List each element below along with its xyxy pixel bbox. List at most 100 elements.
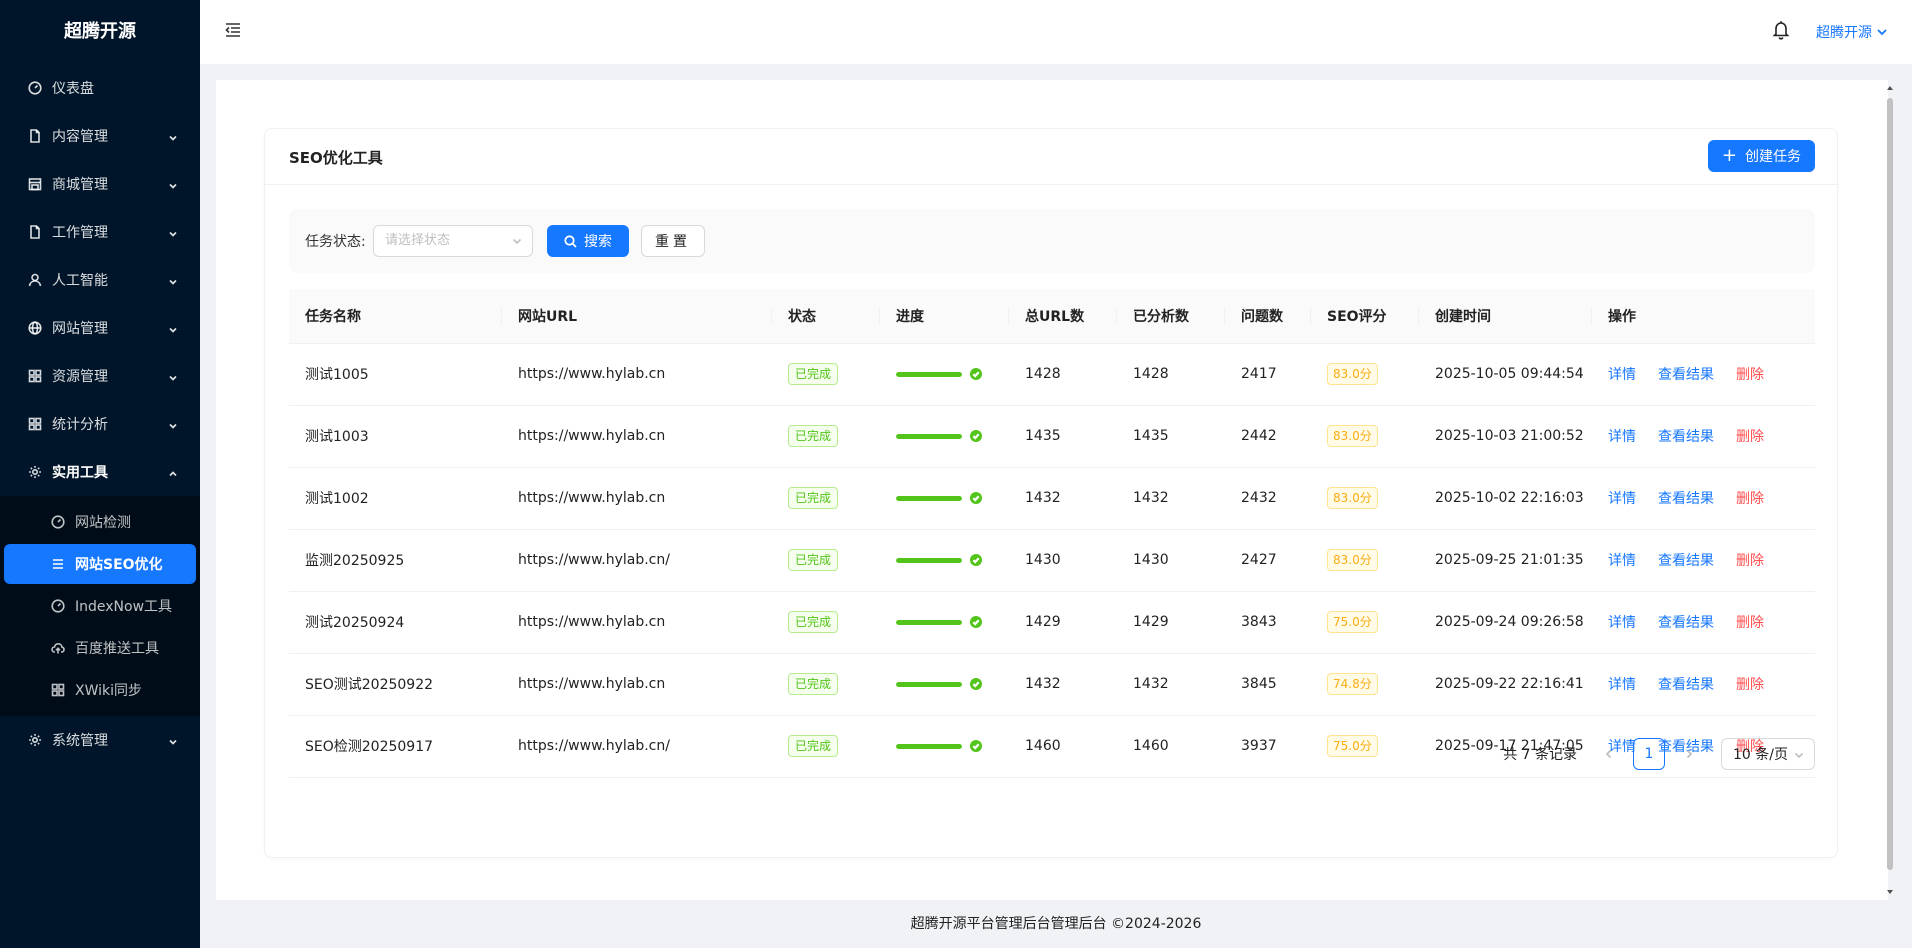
- sidebar-item-content[interactable]: 内容管理: [0, 112, 200, 160]
- sidebar-item-indexnow[interactable]: IndexNow工具: [4, 586, 196, 626]
- grid-icon: [51, 683, 65, 697]
- user-menu[interactable]: 超腾开源: [1816, 22, 1888, 42]
- page-number-current[interactable]: 1: [1633, 738, 1665, 770]
- prev-page-button[interactable]: [1593, 738, 1625, 770]
- page-title: SEO优化工具: [289, 149, 383, 167]
- scrollbar-thumb[interactable]: [1887, 98, 1893, 870]
- chevron-down-icon: [1877, 29, 1887, 36]
- delete-link[interactable]: 删除: [1736, 677, 1764, 693]
- sidebar-item-label: 仪表盘: [52, 81, 94, 97]
- view-results-link[interactable]: 查看结果: [1658, 429, 1714, 445]
- detail-link[interactable]: 详情: [1608, 677, 1636, 693]
- detail-link[interactable]: 详情: [1608, 491, 1636, 507]
- progress-fill: [896, 495, 962, 501]
- sidebar-item-site-check[interactable]: 网站检测: [4, 502, 196, 542]
- filter-bar: 任务状态: 请选择状态 搜索 重置: [289, 209, 1815, 273]
- progress-fill: [896, 371, 962, 377]
- page-size-select[interactable]: 10 条/页: [1721, 738, 1815, 770]
- delete-link[interactable]: 删除: [1736, 615, 1764, 631]
- score-cell: 75.0分: [1311, 591, 1419, 654]
- detail-link[interactable]: 详情: [1608, 615, 1636, 631]
- search-button[interactable]: 搜索: [547, 225, 629, 257]
- progress-fill: [896, 681, 962, 687]
- chevron-up-icon: [168, 467, 178, 477]
- scroll-down-arrow-icon[interactable]: [1886, 888, 1894, 896]
- delete-link[interactable]: 删除: [1736, 553, 1764, 569]
- actions-cell: 详情 查看结果 删除: [1592, 591, 1815, 654]
- view-results-link[interactable]: 查看结果: [1658, 553, 1714, 569]
- progress-bar: [896, 492, 993, 504]
- url-cell: https://www.hylab.cn: [502, 653, 772, 716]
- table-row: 测试1003 https://www.hylab.cn 已完成 1435 1435 244…: [289, 405, 1815, 468]
- score-cell: 83.0分: [1311, 529, 1419, 592]
- sidebar-item-ai[interactable]: 人工智能: [0, 256, 200, 304]
- view-results-link[interactable]: 查看结果: [1658, 491, 1714, 507]
- view-results-link[interactable]: 查看结果: [1658, 615, 1714, 631]
- url-cell: https://www.hylab.cn: [502, 591, 772, 654]
- sidebar-item-system[interactable]: 系统管理: [0, 716, 200, 764]
- sidebar-item-dashboard[interactable]: 仪表盘: [0, 64, 200, 112]
- chevron-down-icon: [168, 131, 178, 141]
- detail-link[interactable]: 详情: [1608, 367, 1636, 383]
- progress-fill: [896, 433, 962, 439]
- reset-button[interactable]: 重置: [641, 225, 705, 257]
- progress-cell: [880, 715, 1009, 778]
- create-task-button[interactable]: + 创建任务: [1707, 140, 1815, 172]
- sidebar-item-label: 网站SEO优化: [75, 557, 163, 573]
- bell-icon[interactable]: [1772, 20, 1790, 40]
- gear-icon: [28, 733, 42, 747]
- next-page-button[interactable]: [1673, 738, 1705, 770]
- column-header: 总URL数: [1009, 289, 1117, 344]
- actions-cell: 详情 查看结果 删除: [1592, 405, 1815, 468]
- view-results-link[interactable]: 查看结果: [1658, 677, 1714, 693]
- analyzed-cell: 1460: [1117, 715, 1225, 778]
- column-header: SEO评分: [1311, 289, 1419, 344]
- cloud-upload-icon: [51, 641, 65, 655]
- column-header: 问题数: [1225, 289, 1311, 344]
- score-badge: 75.0分: [1327, 735, 1378, 757]
- scroll-up-arrow-icon[interactable]: [1886, 84, 1894, 92]
- sidebar-item-baidu-push[interactable]: 百度推送工具: [4, 628, 196, 668]
- sidebar-item-seo[interactable]: 网站SEO优化: [4, 544, 196, 584]
- create-task-label: 创建任务: [1745, 149, 1801, 165]
- table-row: SEO测试20250922 https://www.hylab.cn 已完成 1432…: [289, 653, 1815, 716]
- file-icon: [28, 225, 42, 239]
- delete-link[interactable]: 删除: [1736, 491, 1764, 507]
- dashboard-icon: [51, 599, 65, 613]
- sidebar-item-work[interactable]: 工作管理: [0, 208, 200, 256]
- column-header: 创建时间: [1419, 289, 1592, 344]
- delete-link[interactable]: 删除: [1736, 429, 1764, 445]
- table-header-row: 任务名称 网站URL 状态 进度 总URL数 已分析数 问题数 SEO评分 创建…: [289, 289, 1815, 344]
- chevron-left-icon: [1605, 749, 1612, 759]
- check-circle-icon: [970, 368, 982, 380]
- status-badge: 已完成: [788, 673, 839, 695]
- search-icon: [564, 234, 577, 248]
- issues-cell: 2417: [1225, 343, 1311, 406]
- vertical-scrollbar[interactable]: [1884, 80, 1896, 900]
- sidebar-item-tools[interactable]: 实用工具: [0, 448, 200, 496]
- detail-link[interactable]: 详情: [1608, 553, 1636, 569]
- status-filter-label: 任务状态:: [305, 234, 366, 250]
- sidebar-item-xwiki[interactable]: XWiki同步: [4, 670, 196, 710]
- total-url-cell: 1460: [1009, 715, 1117, 778]
- sidebar-item-shop[interactable]: 商城管理: [0, 160, 200, 208]
- analyzed-cell: 1435: [1117, 405, 1225, 468]
- table-row: 测试20250924 https://www.hylab.cn 已完成 1429 142…: [289, 591, 1815, 654]
- table-row: 测试1002 https://www.hylab.cn 已完成 1432 1432 243…: [289, 467, 1815, 530]
- score-cell: 83.0分: [1311, 405, 1419, 468]
- status-select[interactable]: 请选择状态: [373, 225, 533, 257]
- sidebar-item-resources[interactable]: 资源管理: [0, 352, 200, 400]
- sidebar-item-statistics[interactable]: 统计分析: [0, 400, 200, 448]
- delete-link[interactable]: 删除: [1736, 367, 1764, 383]
- sidebar-item-website[interactable]: 网站管理: [0, 304, 200, 352]
- check-circle-icon: [970, 554, 982, 566]
- detail-link[interactable]: 详情: [1608, 429, 1636, 445]
- actions-cell: 详情 查看结果 删除: [1592, 467, 1815, 530]
- pagination: 共 7 条记录 1 10 条/页: [1503, 738, 1815, 770]
- menu-fold-icon[interactable]: [224, 21, 242, 39]
- view-results-link[interactable]: 查看结果: [1658, 367, 1714, 383]
- seo-tool-card: SEO优化工具 + 创建任务 任务状态: 请选择状态 搜索 重置 任务名称 网站…: [264, 128, 1838, 858]
- reset-button-label: 重置: [655, 234, 691, 250]
- check-circle-icon: [970, 492, 982, 504]
- progress-bar: [896, 678, 993, 690]
